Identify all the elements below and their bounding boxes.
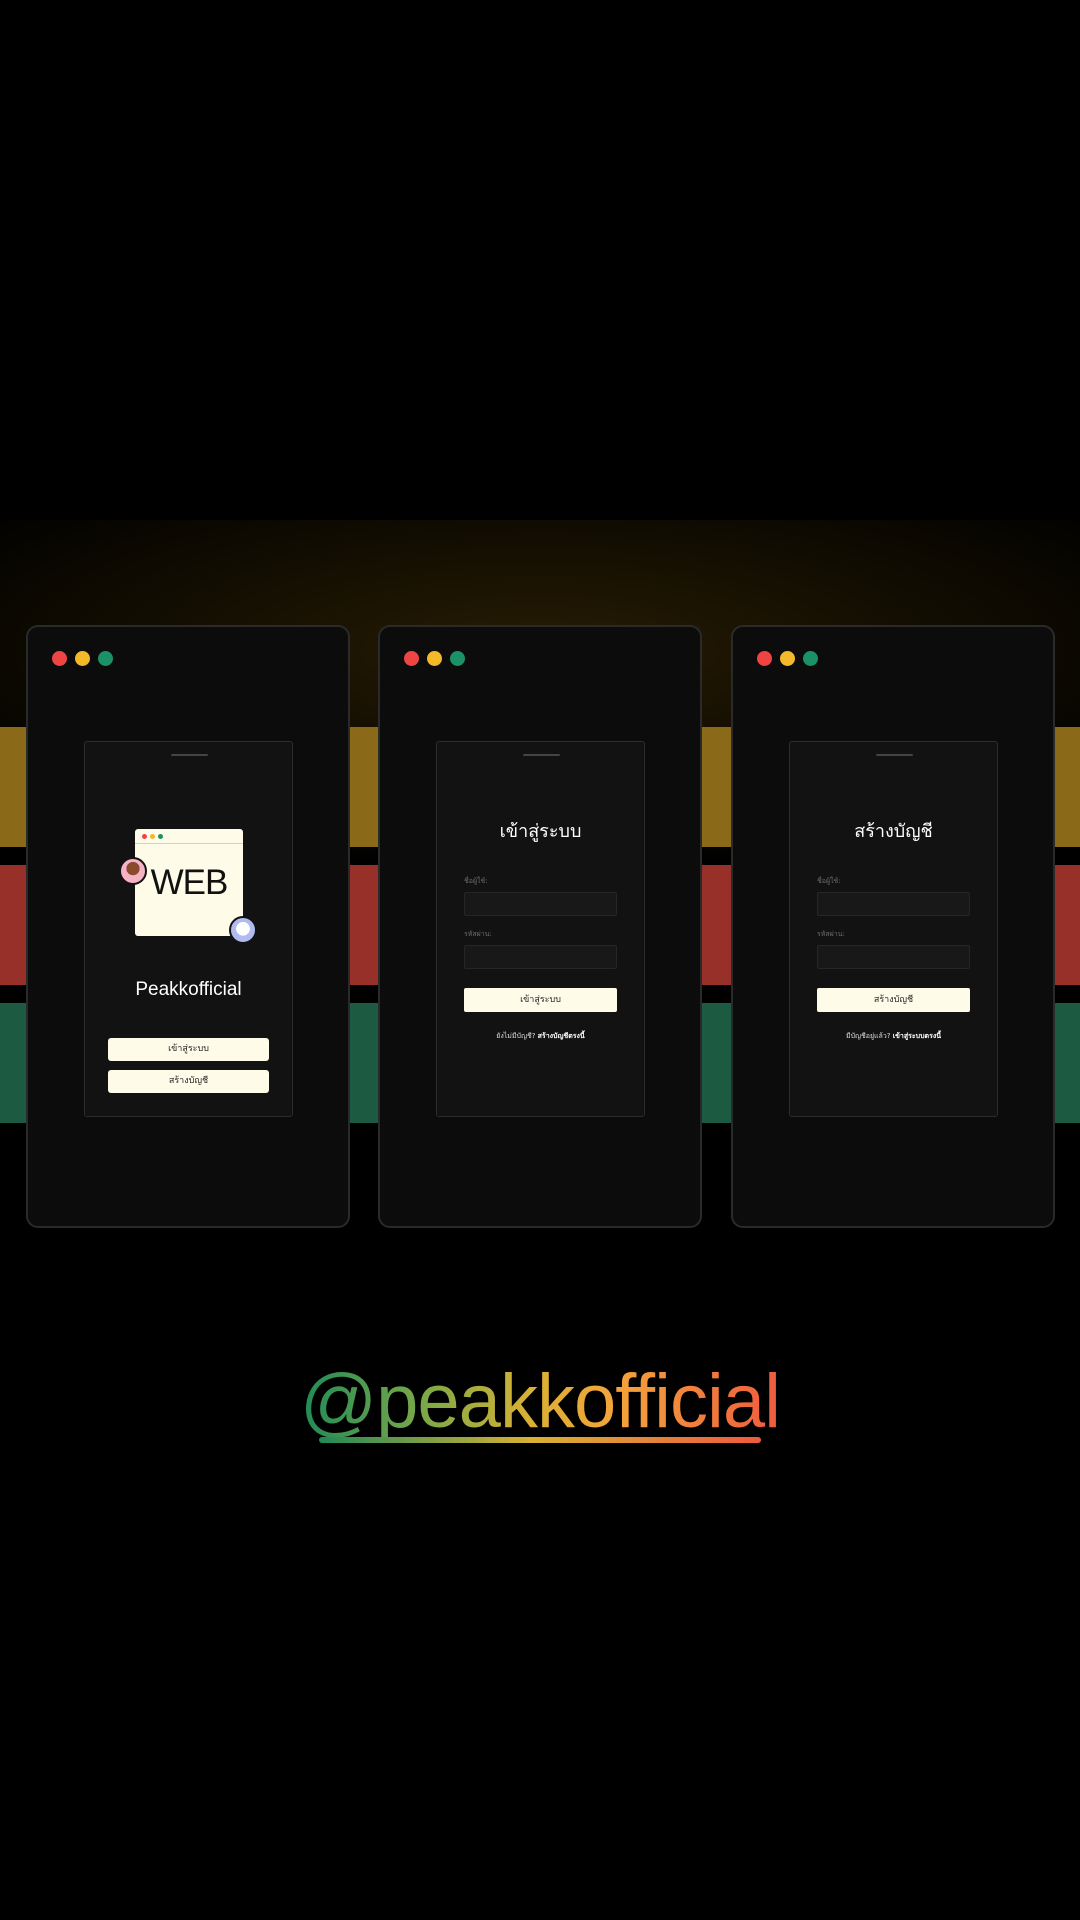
- signup-card: สร้างบัญชี ชื่อผู้ใช้: รหัสผ่าน: สร้างบั…: [789, 741, 998, 1117]
- illustration-titlebar: [135, 829, 243, 844]
- mini-green-dot-icon: [158, 834, 163, 839]
- welcome-card: WEB Peakkofficial เข้าสู่ระบบ สร้างบัญชี: [84, 741, 293, 1117]
- signup-window: สร้างบัญชี ชื่อผู้ใช้: รหัสผ่าน: สร้างบั…: [731, 625, 1055, 1228]
- signup-title: สร้างบัญชี: [854, 821, 933, 842]
- drag-handle[interactable]: [523, 754, 560, 756]
- drag-handle[interactable]: [171, 754, 208, 756]
- window-controls: [404, 651, 465, 666]
- signup-footer: มีบัญชีอยู่แล้ว? เข้าสู่ระบบตรงนี้: [790, 1031, 997, 1042]
- signup-footer-text: มีบัญชีอยู่แล้ว?: [845, 1032, 891, 1040]
- signup-link[interactable]: สร้างบัญชีตรงนี้: [538, 1032, 585, 1040]
- password-input[interactable]: [464, 945, 617, 969]
- maximize-dot-icon[interactable]: [803, 651, 818, 666]
- mini-red-dot-icon: [142, 834, 147, 839]
- username-label: ชื่อผู้ใช้:: [817, 877, 841, 885]
- avatar-man-icon: [119, 857, 147, 885]
- close-dot-icon[interactable]: [757, 651, 772, 666]
- login-title: เข้าสู่ระบบ: [499, 821, 582, 842]
- maximize-dot-icon[interactable]: [450, 651, 465, 666]
- minimize-dot-icon[interactable]: [427, 651, 442, 666]
- minimize-dot-icon[interactable]: [780, 651, 795, 666]
- login-submit-button[interactable]: เข้าสู่ระบบ: [464, 988, 617, 1012]
- web-illustration: WEB: [135, 829, 243, 936]
- username-input[interactable]: [464, 892, 617, 916]
- close-dot-icon[interactable]: [404, 651, 419, 666]
- welcome-window: WEB Peakkofficial เข้าสู่ระบบ สร้างบัญชี: [26, 625, 350, 1228]
- mini-yellow-dot-icon: [150, 834, 155, 839]
- minimize-dot-icon[interactable]: [75, 651, 90, 666]
- handle-underline: [319, 1437, 761, 1443]
- password-input[interactable]: [817, 945, 970, 969]
- illustration-word: WEB: [150, 863, 229, 902]
- login-button[interactable]: เข้าสู่ระบบ: [108, 1038, 269, 1061]
- signup-submit-button[interactable]: สร้างบัญชี: [817, 988, 970, 1012]
- window-controls: [52, 651, 113, 666]
- login-footer: ยังไม่มีบัญชี? สร้างบัญชีตรงนี้: [437, 1031, 644, 1042]
- social-handle: @peakkofficial: [0, 1358, 1080, 1445]
- password-label: รหัสผ่าน:: [464, 930, 492, 938]
- login-card: เข้าสู่ระบบ ชื่อผู้ใช้: รหัสผ่าน: เข้าสู…: [436, 741, 645, 1117]
- avatar-woman-icon: [229, 916, 257, 944]
- username-label: ชื่อผู้ใช้:: [464, 877, 488, 885]
- window-controls: [757, 651, 818, 666]
- signup-button[interactable]: สร้างบัญชี: [108, 1070, 269, 1093]
- social-handle-text: @peakkofficial: [300, 1359, 781, 1444]
- password-label: รหัสผ่าน:: [817, 930, 845, 938]
- login-footer-text: ยังไม่มีบัญชี?: [496, 1032, 536, 1040]
- login-link[interactable]: เข้าสู่ระบบตรงนี้: [893, 1032, 941, 1040]
- username-input[interactable]: [817, 892, 970, 916]
- maximize-dot-icon[interactable]: [98, 651, 113, 666]
- close-dot-icon[interactable]: [52, 651, 67, 666]
- drag-handle[interactable]: [876, 754, 913, 756]
- brand-name: Peakkofficial: [135, 979, 242, 1000]
- login-window: เข้าสู่ระบบ ชื่อผู้ใช้: รหัสผ่าน: เข้าสู…: [378, 625, 702, 1228]
